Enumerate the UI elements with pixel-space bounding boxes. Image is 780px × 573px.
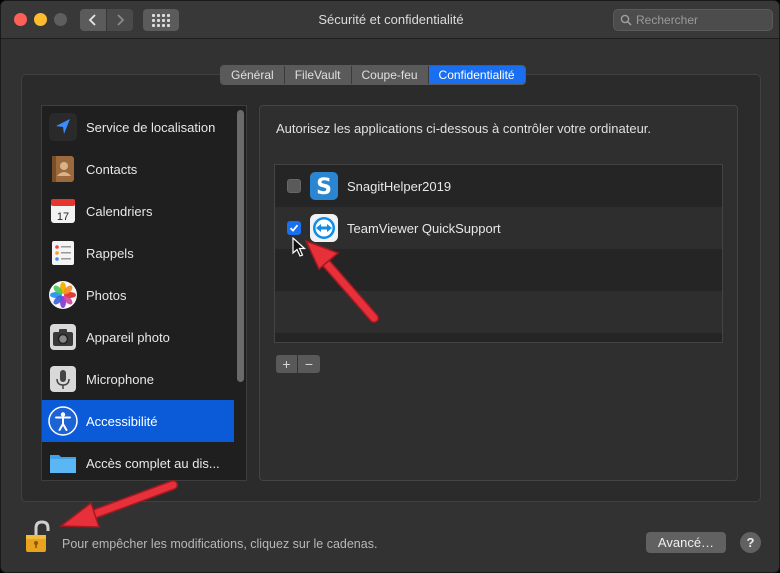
- sidebar-item-full-disk-access[interactable]: Accès complet au dis...: [42, 442, 234, 480]
- search-input[interactable]: [636, 11, 768, 29]
- tab-privacy[interactable]: Confidentialité: [428, 66, 525, 84]
- sidebar-item-calendars[interactable]: 17 Calendriers: [42, 190, 234, 232]
- mouse-pointer-icon: [292, 237, 306, 257]
- sidebar-item-accessibility[interactable]: Accessibilité: [42, 400, 234, 442]
- lock-message: Pour empêcher les modifications, cliquez…: [62, 537, 378, 551]
- app-label: TeamViewer QuickSupport: [347, 220, 501, 236]
- tab-firewall[interactable]: Coupe-feu: [351, 66, 429, 84]
- privacy-category-list: Service de localisation Contacts 17 Cale…: [41, 105, 247, 481]
- app-label: SnagitHelper2019: [347, 178, 452, 194]
- search-icon: [620, 14, 632, 26]
- app-permission-list: S SnagitHelper2019 TeamViewer QuickSuppo…: [274, 164, 723, 343]
- photos-flower-icon: [48, 280, 78, 310]
- chevron-right-icon: [117, 14, 125, 26]
- add-remove-controls: + −: [276, 355, 320, 373]
- sidebar-item-label: Accessibilité: [86, 413, 158, 429]
- sidebar-item-photos[interactable]: Photos: [42, 274, 234, 316]
- location-arrow-icon: [48, 112, 78, 142]
- sidebar-item-label: Service de localisation: [86, 119, 216, 135]
- forward-button[interactable]: [107, 9, 133, 31]
- tab-general[interactable]: Général: [221, 66, 285, 84]
- sidebar-item-label: Rappels: [86, 245, 134, 261]
- minimize-window-button[interactable]: [34, 13, 47, 26]
- advanced-button[interactable]: Avancé…: [646, 532, 726, 553]
- title-bar: Sécurité et confidentialité: [1, 1, 779, 39]
- teamviewer-icon: [310, 214, 338, 242]
- tab-bar: Général FileVault Coupe-feu Confidential…: [220, 65, 526, 85]
- checkmark-icon: [289, 224, 299, 232]
- sidebar-item-label: Calendriers: [86, 203, 153, 219]
- add-app-button[interactable]: +: [276, 355, 298, 373]
- calendar-icon: 17: [48, 196, 78, 226]
- show-all-button[interactable]: [143, 9, 179, 31]
- zoom-window-button[interactable]: [54, 13, 67, 26]
- sidebar-item-label: Photos: [86, 287, 127, 303]
- help-button[interactable]: ?: [740, 532, 761, 553]
- close-window-button[interactable]: [14, 13, 27, 26]
- folder-icon: [48, 448, 78, 478]
- reminders-list-icon: [48, 238, 78, 268]
- back-button[interactable]: [80, 9, 106, 31]
- chevron-left-icon: [88, 14, 96, 26]
- sidebar-item-camera[interactable]: Appareil photo: [42, 316, 234, 358]
- sidebar-item-location[interactable]: Service de localisation: [42, 106, 234, 148]
- contacts-book-icon: [48, 154, 78, 184]
- tab-filevault[interactable]: FileVault: [284, 66, 352, 84]
- sidebar-item-contacts[interactable]: Contacts: [42, 148, 234, 190]
- system-preferences-window: Sécurité et confidentialité Général File…: [0, 0, 780, 573]
- teamviewer-checkbox[interactable]: [287, 221, 301, 235]
- scrollbar-thumb[interactable]: [237, 110, 244, 382]
- sidebar-scrollbar[interactable]: [236, 108, 245, 478]
- sidebar-item-reminders[interactable]: Rappels: [42, 232, 234, 274]
- sidebar-item-label: Microphone: [86, 371, 154, 387]
- sidebar-item-label: Contacts: [86, 161, 138, 177]
- sidebar-item-label: Accès complet au dis...: [86, 455, 220, 471]
- panel-description: Autorisez les applications ci-dessous à …: [276, 121, 652, 136]
- microphone-icon: [48, 364, 78, 394]
- search-field[interactable]: [613, 9, 773, 31]
- camera-icon: [48, 322, 78, 352]
- snagit-checkbox[interactable]: [287, 179, 301, 193]
- sidebar-item-label: Appareil photo: [86, 329, 170, 345]
- app-row-teamviewer[interactable]: TeamViewer QuickSupport: [275, 207, 722, 249]
- empty-list-row: [275, 291, 722, 333]
- sidebar-item-microphone[interactable]: Microphone: [42, 358, 234, 400]
- snagit-icon: S: [310, 172, 338, 200]
- app-row-snagit[interactable]: S SnagitHelper2019: [275, 165, 722, 207]
- grid-icon: [152, 13, 170, 27]
- unlocked-padlock-icon[interactable]: [23, 520, 51, 554]
- calendar-day-number: 17: [57, 211, 69, 223]
- remove-app-button[interactable]: −: [298, 355, 320, 373]
- empty-list-row: [275, 249, 722, 291]
- accessibility-icon: [48, 406, 78, 436]
- svg-text:S: S: [316, 175, 332, 200]
